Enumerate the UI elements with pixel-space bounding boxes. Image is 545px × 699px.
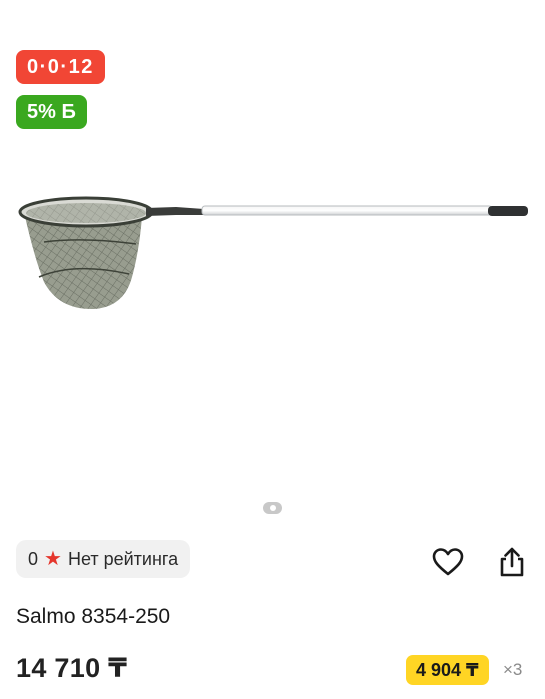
- share-icon: [500, 547, 524, 577]
- product-title: Salmo 8354-250: [16, 605, 171, 628]
- favorite-button[interactable]: [431, 545, 465, 579]
- rating-text: Нет рейтинга: [67, 548, 179, 569]
- share-button[interactable]: [495, 545, 529, 579]
- rating-chip[interactable]: 0 ★ Нет рейтинга: [16, 540, 191, 578]
- installment-monthly-chip[interactable]: 4 904 ₸: [406, 655, 489, 685]
- installment-badge: 0·0·12: [16, 50, 105, 84]
- bonus-badge: 5% Б: [16, 95, 87, 129]
- installment-multiplier: ×3: [503, 660, 523, 679]
- product-price: 14 710 ₸: [16, 653, 128, 683]
- carousel-indicator[interactable]: [263, 502, 282, 514]
- product-image[interactable]: [14, 182, 534, 322]
- star-icon: ★: [44, 548, 62, 570]
- rating-count: 0: [28, 548, 39, 569]
- heart-icon: [432, 548, 464, 576]
